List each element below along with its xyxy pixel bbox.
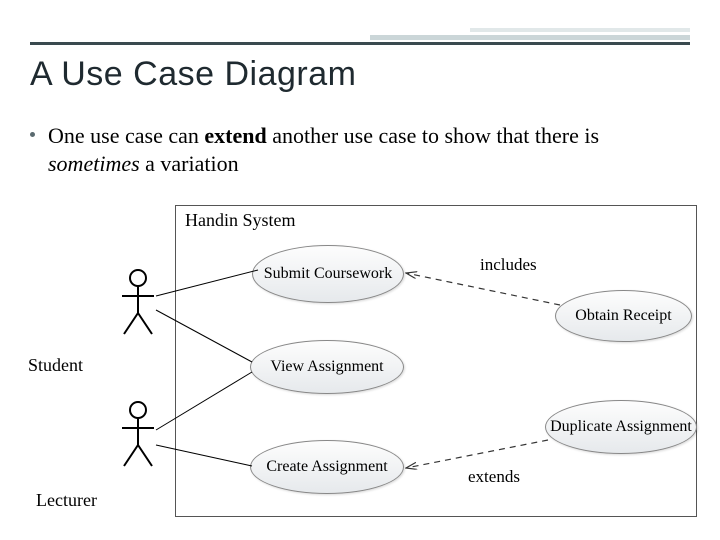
actor-lecturer (118, 400, 158, 470)
bullet-fragment: another use case to show that there is (267, 123, 599, 148)
bullet-icon (30, 132, 35, 137)
actor-student (118, 268, 158, 338)
usecase-create: Create Assignment (250, 440, 404, 494)
decor-line (370, 35, 690, 40)
relation-label-extends: extends (468, 467, 520, 487)
bullet-italic: sometimes (48, 151, 140, 176)
usecase-label: Submit Coursework (264, 265, 392, 283)
bullet-fragment: a variation (140, 151, 239, 176)
relation-label-includes: includes (480, 255, 537, 275)
actor-label-student: Student (28, 355, 83, 376)
slide: A Use Case Diagram One use case can exte… (0, 0, 720, 540)
usecase-submit: Submit Coursework (252, 245, 404, 303)
page-title: A Use Case Diagram (30, 55, 356, 94)
system-label: Handin System (185, 210, 296, 231)
bullet-bold: extend (204, 123, 266, 148)
usecase-label: Duplicate Assignment (550, 418, 692, 436)
bullet-fragment: One use case can (48, 123, 204, 148)
bullet-text: One use case can extend another use case… (48, 122, 680, 177)
usecase-view: View Assignment (250, 340, 404, 394)
decor-line (30, 42, 690, 45)
stick-figure-icon (118, 268, 158, 338)
actor-label-lecturer: Lecturer (36, 490, 97, 511)
usecase-label: Create Assignment (266, 458, 387, 476)
usecase-label: View Assignment (270, 358, 383, 376)
usecase-obtain: Obtain Receipt (555, 290, 692, 342)
usecase-duplicate: Duplicate Assignment (545, 400, 697, 454)
stick-figure-icon (118, 400, 158, 470)
decor-line (470, 28, 690, 32)
usecase-label: Obtain Receipt (575, 307, 671, 325)
